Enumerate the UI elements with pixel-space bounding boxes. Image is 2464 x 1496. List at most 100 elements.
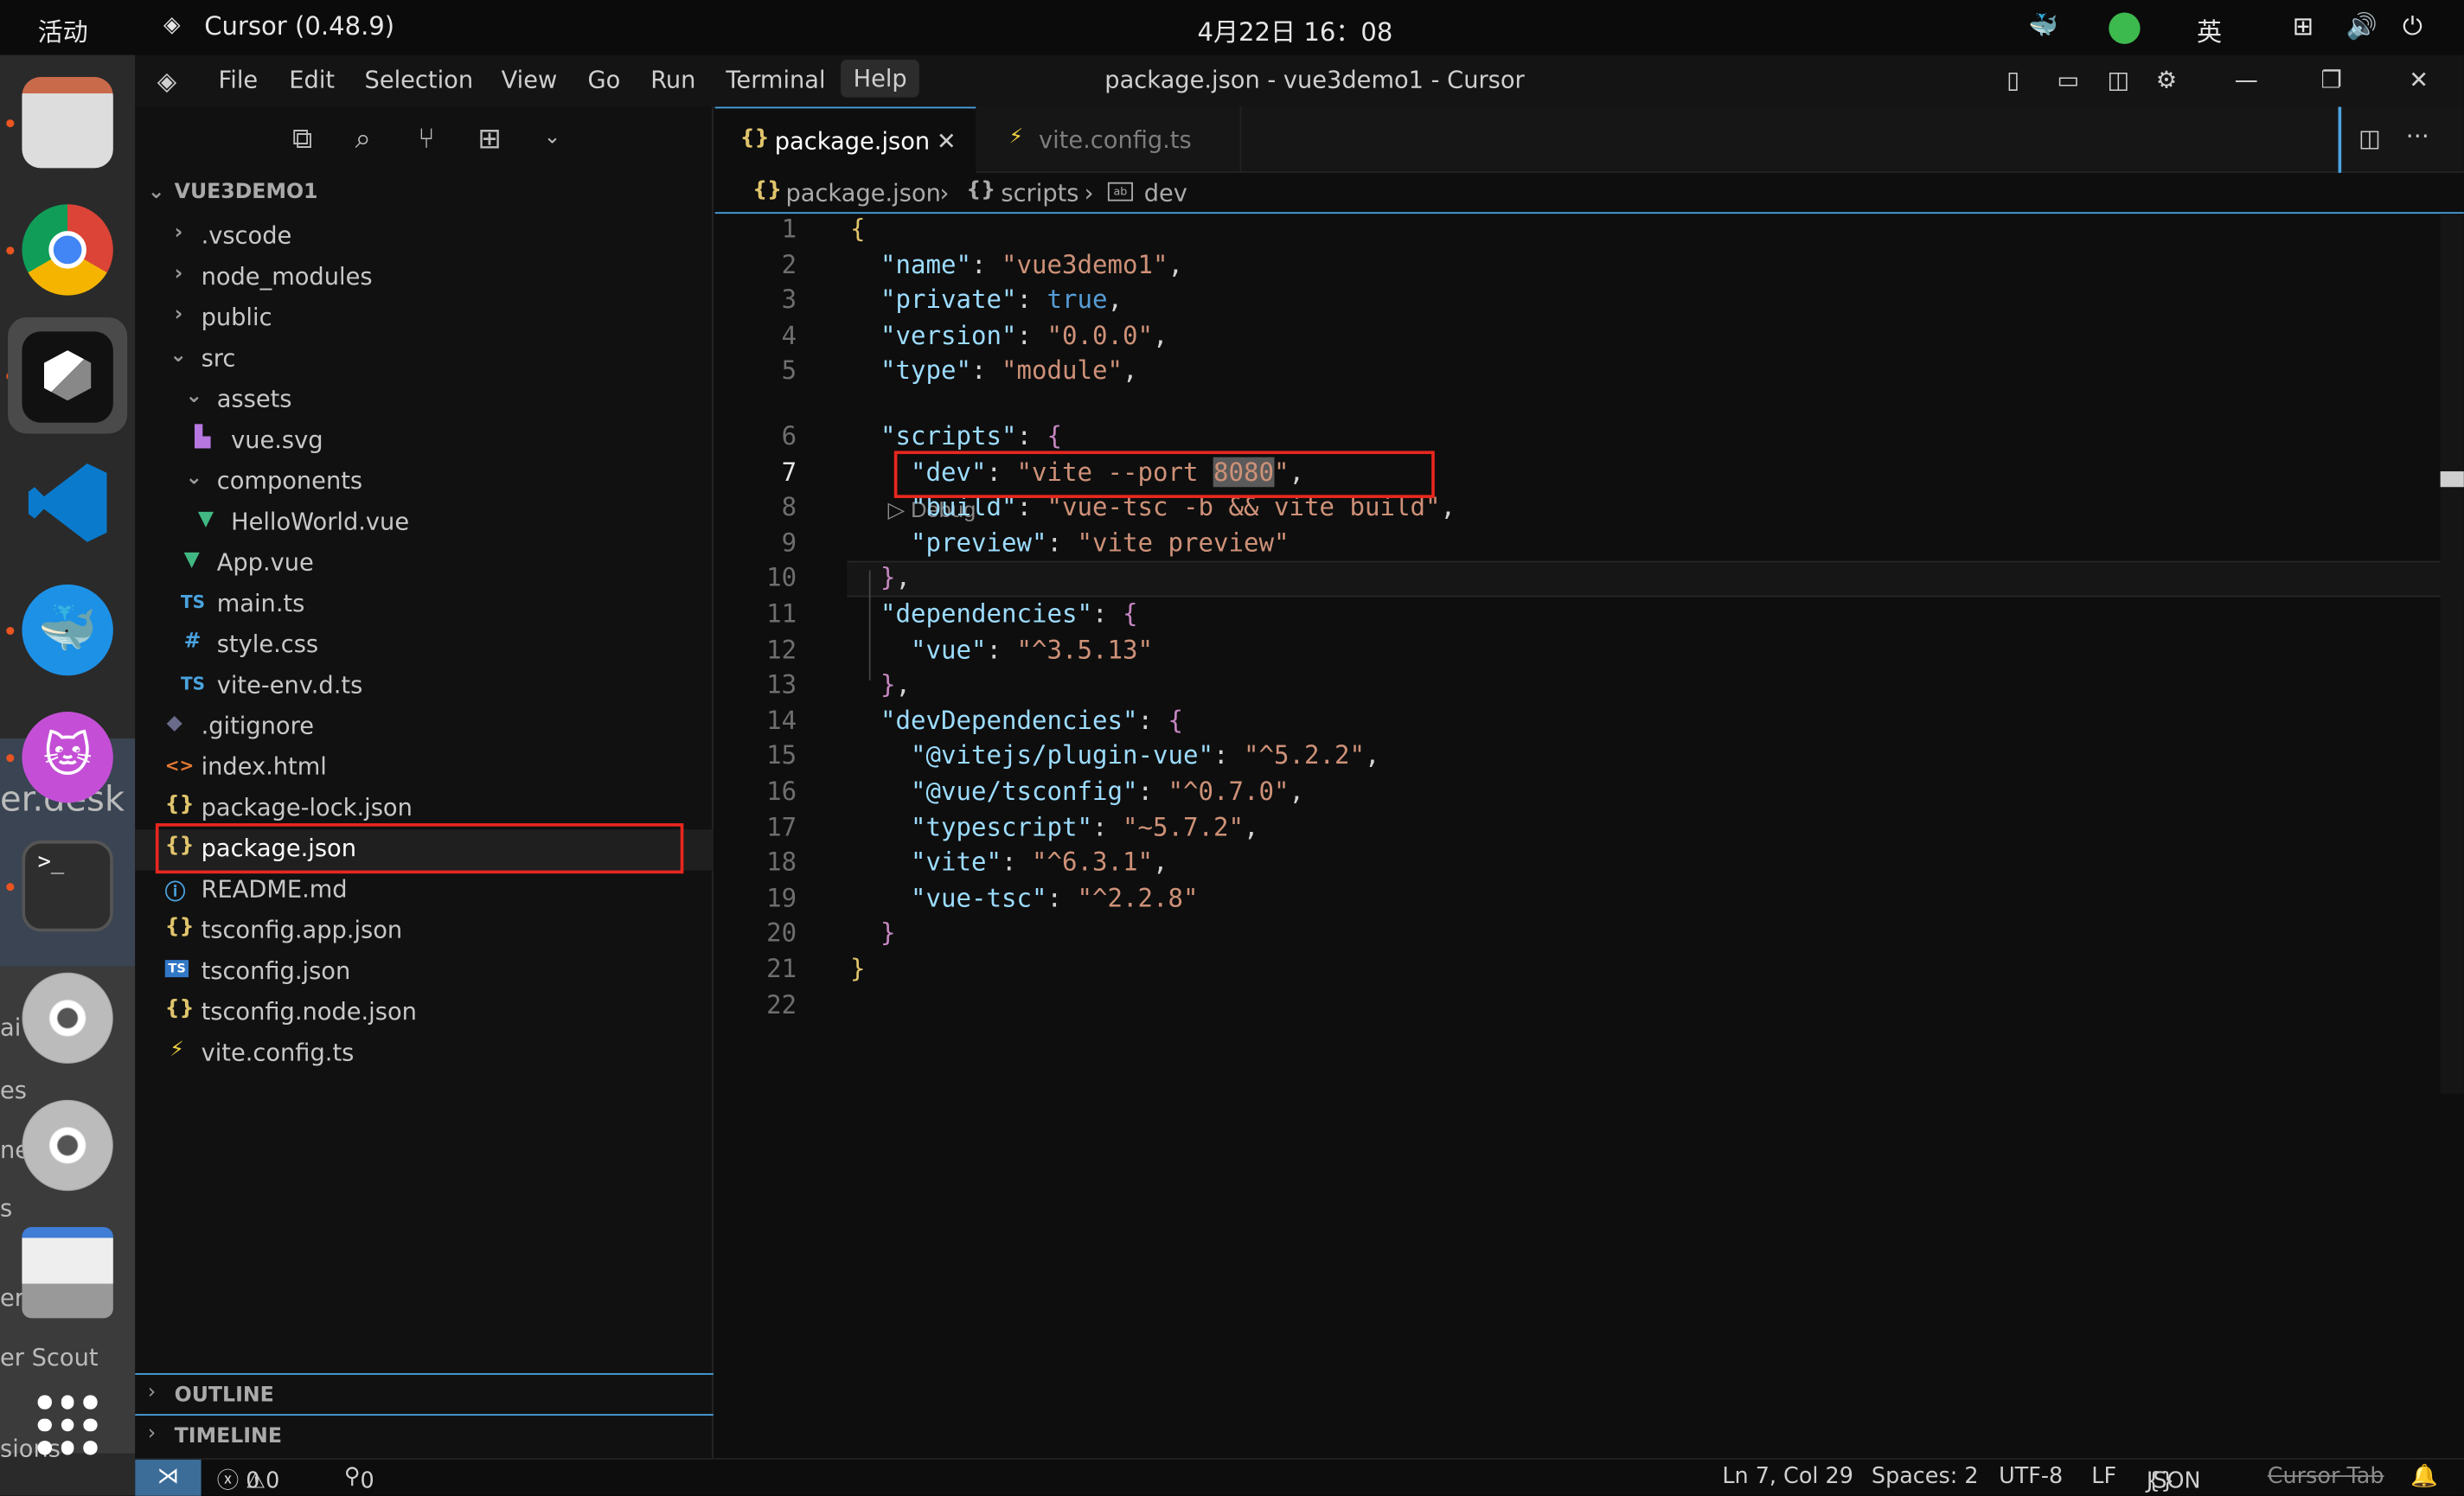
extensions-icon[interactable]: ⊞ xyxy=(477,123,501,156)
code-line[interactable]: "name": "vue3demo1", xyxy=(850,249,1183,279)
tree-item-vite-env-ts[interactable]: TS vite-env.d.ts xyxy=(135,666,714,706)
tree-item-vscode[interactable]: › .vscode xyxy=(135,217,714,258)
cursor-app-icon[interactable] xyxy=(22,331,113,423)
tree-item-tsconfig-app-json[interactable]: {} tsconfig.app.json xyxy=(135,911,714,952)
breadcrumb-section[interactable]: scripts xyxy=(1001,179,1078,208)
menu-selection[interactable]: Selection xyxy=(365,66,474,94)
code-line[interactable]: "version": "0.0.0", xyxy=(850,320,1168,350)
tree-item-public[interactable]: › public xyxy=(135,298,714,339)
status-tray-icon[interactable] xyxy=(2109,12,2141,44)
code-line[interactable]: } xyxy=(850,918,896,949)
restore-icon[interactable]: ❐ xyxy=(2321,66,2342,94)
code-line[interactable]: "type": "module", xyxy=(850,355,1138,386)
files-app-icon[interactable] xyxy=(22,77,113,169)
source-control-icon[interactable]: ⑂ xyxy=(418,123,435,156)
menu-go[interactable]: Go xyxy=(588,66,621,94)
encoding[interactable]: UTF-8 xyxy=(1999,1464,2063,1489)
power-icon[interactable]: ⏻ xyxy=(2403,11,2422,42)
split-editor-icon[interactable]: ◫ xyxy=(2358,125,2381,153)
tree-item-src[interactable]: ⌄ src xyxy=(135,339,714,380)
menu-help[interactable]: Help xyxy=(841,60,920,98)
tree-item-style-css[interactable]: # style.css xyxy=(135,625,714,666)
tree-item-helloworld-vue[interactable]: ▼ HelloWorld.vue xyxy=(135,502,714,543)
tree-item-vue-svg[interactable]: ▙ vue.svg xyxy=(135,421,714,462)
more-actions-icon[interactable]: ⋯ xyxy=(2406,121,2429,150)
tree-item-components[interactable]: ⌄ components xyxy=(135,462,714,502)
menu-terminal[interactable]: Terminal xyxy=(726,66,825,94)
tree-item-vite-config-ts[interactable]: ⚡ vite.config.ts xyxy=(135,1034,714,1075)
menu-view[interactable]: View xyxy=(502,66,558,94)
show-apps-icon[interactable] xyxy=(37,1395,98,1455)
disc-icon[interactable] xyxy=(22,1099,113,1192)
editor-scrollbar[interactable] xyxy=(2440,214,2464,1094)
scrollbar-thumb[interactable] xyxy=(2440,471,2464,488)
cursor-position[interactable]: Ln 7, Col 29 xyxy=(1722,1464,1853,1489)
code-line[interactable]: "@vue/tsconfig": "^0.7.0", xyxy=(850,777,1304,807)
cursor-tab-status[interactable]: Cursor Tab xyxy=(2268,1464,2384,1489)
menu-run[interactable]: Run xyxy=(650,66,695,94)
activities-button[interactable]: 活动 xyxy=(38,11,88,49)
code-line[interactable]: { xyxy=(850,214,866,244)
outline-section[interactable]: › OUTLINE xyxy=(135,1372,714,1414)
code-line[interactable]: "@vitejs/plugin-vue": "^5.2.2", xyxy=(850,740,1380,770)
code-line[interactable]: "vue": "^3.5.13" xyxy=(850,634,1153,664)
close-icon[interactable]: ✕ xyxy=(2409,66,2429,94)
indentation[interactable]: Spaces: 2 xyxy=(1872,1464,1979,1489)
tree-item-app-vue[interactable]: ▼ App.vue xyxy=(135,544,714,585)
tree-item-gitignore[interactable]: ◆ .gitignore xyxy=(135,707,714,748)
code-line[interactable]: } xyxy=(850,954,866,984)
more-views-chevron-icon[interactable]: ⌄ xyxy=(544,125,561,149)
tree-item-main-ts[interactable]: TS main.ts xyxy=(135,585,714,625)
clock[interactable]: 4月22日 16：08 xyxy=(1197,11,1392,49)
terminal-app-icon[interactable]: >_ xyxy=(22,841,113,932)
tree-item-tsconfig-json[interactable]: TS tsconfig.json xyxy=(135,952,714,993)
tab-package-json[interactable]: {} package.json ✕ xyxy=(714,106,976,173)
project-root[interactable]: ⌄ VUE3DEMO1 xyxy=(135,176,714,216)
disc-icon[interactable] xyxy=(22,972,113,1064)
docker-app-icon[interactable]: 🐳 xyxy=(22,584,113,676)
tree-item-tsconfig-node-json[interactable]: {} tsconfig.node.json xyxy=(135,993,714,1033)
input-method-indicator[interactable]: 英 xyxy=(2197,11,2222,49)
code-line[interactable]: "preview": "vite preview" xyxy=(850,527,1290,558)
cat-app-icon[interactable]: 🐱 xyxy=(22,712,113,803)
code-line[interactable]: }, xyxy=(850,563,911,593)
end-of-line[interactable]: LF xyxy=(2091,1464,2116,1489)
save-app-icon[interactable] xyxy=(22,1226,113,1319)
volume-icon[interactable]: 🔊 xyxy=(2346,11,2378,42)
tab-vite-config-ts[interactable]: ⚡ vite.config.ts xyxy=(977,106,1242,173)
tree-item-assets[interactable]: ⌄ assets xyxy=(135,380,714,421)
tree-item-readme-md[interactable]: ⓘ README.md xyxy=(135,871,714,911)
ports-indicator[interactable]: ⚲ 0 xyxy=(344,1464,374,1494)
tree-item-index-html[interactable]: <> index.html xyxy=(135,748,714,789)
code-line[interactable]: "devDependencies": { xyxy=(850,705,1183,735)
vscode-app-icon[interactable] xyxy=(22,457,112,548)
code-line[interactable]: "scripts": { xyxy=(850,421,1062,451)
minimize-icon[interactable]: — xyxy=(2235,66,2258,94)
code-line[interactable]: "dependencies": { xyxy=(850,598,1138,629)
menu-file[interactable]: File xyxy=(219,66,259,94)
close-tab-icon[interactable]: ✕ xyxy=(937,127,957,156)
network-icon[interactable]: ⊞ xyxy=(2293,11,2314,42)
remote-indicator-icon[interactable]: ⋊ xyxy=(135,1459,202,1496)
timeline-section[interactable]: › TIMELINE xyxy=(135,1414,714,1454)
code-line[interactable]: "vue-tsc": "^2.2.8" xyxy=(850,883,1199,913)
toggle-secondary-sidebar-icon[interactable]: ◫ xyxy=(2107,66,2129,94)
code-line[interactable]: "vite": "^6.3.1", xyxy=(850,847,1168,878)
docker-tray-icon[interactable]: 🐳 xyxy=(2029,11,2058,40)
notifications-bell-icon[interactable]: 🔔 xyxy=(2410,1464,2438,1489)
tree-item-node-modules[interactable]: › node_modules xyxy=(135,258,714,298)
code-line[interactable]: "typescript": "~5.7.2", xyxy=(850,812,1259,842)
app-menu-button[interactable]: Cursor (0.48.9) xyxy=(204,11,394,42)
toggle-panel-icon[interactable]: ▭ xyxy=(2057,66,2079,94)
code-line[interactable]: }, xyxy=(850,669,911,700)
chrome-app-icon[interactable] xyxy=(22,204,113,296)
menu-edit[interactable]: Edit xyxy=(289,66,335,94)
breadcrumb-leaf[interactable]: dev xyxy=(1144,179,1187,208)
toggle-primary-sidebar-icon[interactable]: ▯ xyxy=(2006,66,2019,94)
explorer-view-icon[interactable]: ⧉ xyxy=(292,123,312,156)
code-line[interactable]: "private": true, xyxy=(850,284,1123,315)
settings-gear-icon[interactable]: ⚙ xyxy=(2156,66,2177,94)
breadcrumb-file[interactable]: package.json xyxy=(785,179,940,208)
search-view-icon[interactable]: ⌕ xyxy=(355,123,371,156)
problems-indicator[interactable]: ⓧ 0 ⚠ 0 xyxy=(217,1464,280,1495)
